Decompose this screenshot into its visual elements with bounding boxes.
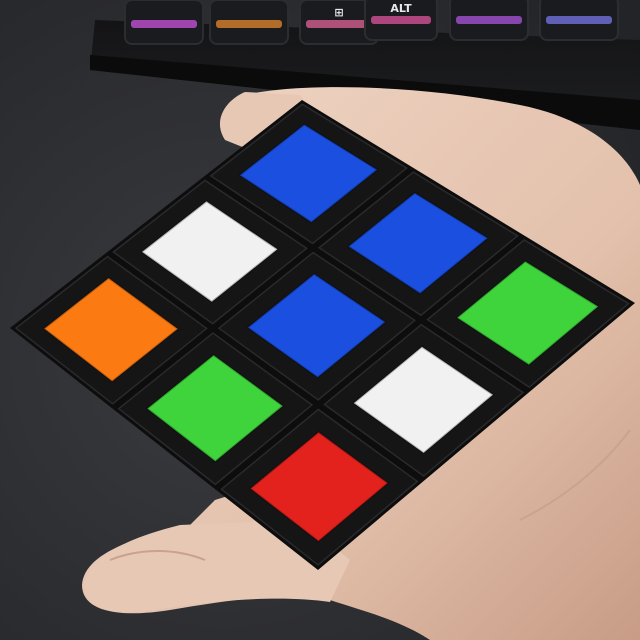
photo-scene: ⊞ ALT xyxy=(0,0,640,640)
keycap: ALT xyxy=(364,0,438,41)
key-legend: ⊞ xyxy=(334,6,343,19)
keycap xyxy=(124,0,204,45)
keycap xyxy=(539,0,619,41)
keycap xyxy=(209,0,289,45)
keycap xyxy=(449,0,529,41)
key-legend: ALT xyxy=(390,2,412,15)
